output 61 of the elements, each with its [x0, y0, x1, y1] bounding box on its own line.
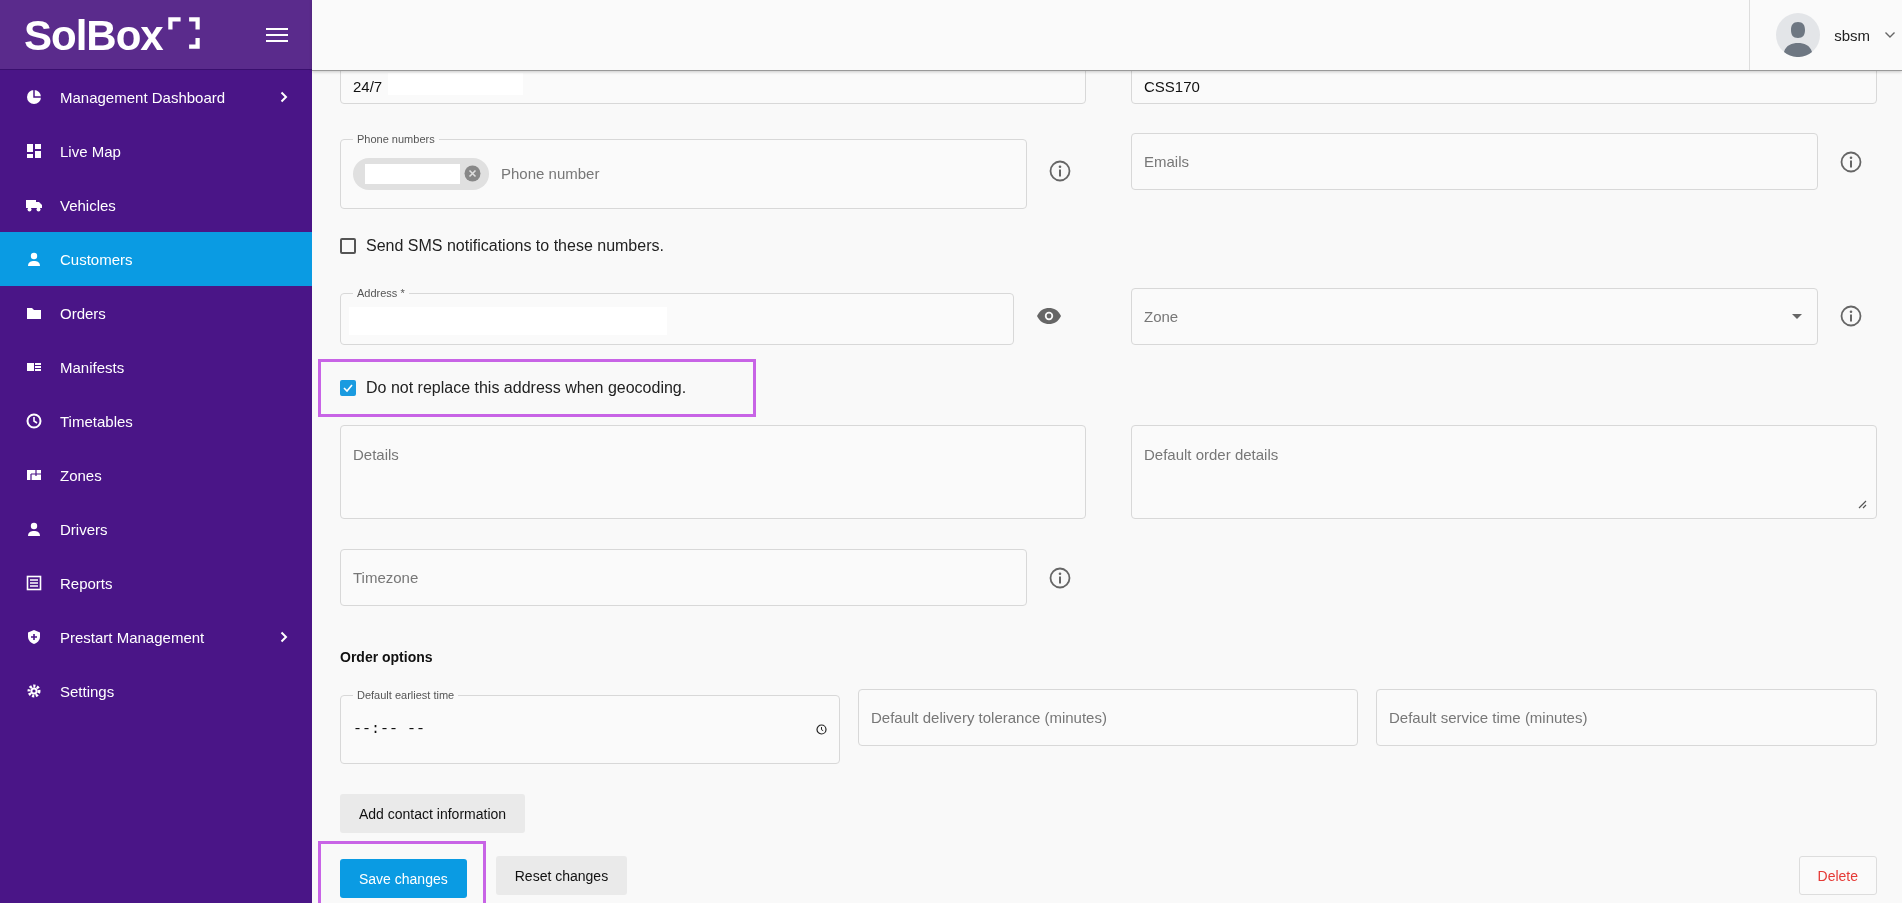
time-value: --:-- -- — [353, 720, 426, 738]
info-icon[interactable] — [1049, 160, 1071, 182]
phone-field[interactable]: Phone numbers Phone number — [340, 133, 1027, 209]
input-field[interactable]: Timezone — [340, 549, 1027, 606]
input-field[interactable]: 24/7 — [340, 71, 1086, 104]
info-icon[interactable] — [1049, 566, 1071, 589]
person-icon — [26, 521, 42, 537]
checkbox-label: Send SMS notifications to these numbers. — [366, 237, 664, 255]
checkbox-label: Do not replace this address when geocoding. — [366, 379, 687, 397]
dropdown-icon[interactable] — [1792, 313, 1802, 319]
reset-button[interactable]: Reset changes — [495, 856, 628, 895]
sidebar-item[interactable]: Prestart Management — [0, 610, 312, 664]
sidebar-item[interactable]: Orders — [0, 286, 312, 340]
resize-handle-icon[interactable] — [1858, 500, 1867, 509]
textarea-field[interactable]: Details — [340, 425, 1086, 519]
input-field[interactable]: Emails — [1131, 133, 1818, 190]
user-name[interactable]: sbsm — [1834, 26, 1870, 44]
folder-icon — [26, 305, 42, 321]
input-field[interactable]: CSS170 — [1131, 71, 1877, 104]
grid-icon — [26, 467, 42, 483]
remove-icon[interactable] — [464, 165, 481, 182]
phone-input[interactable]: Phone number — [499, 164, 1014, 183]
pie-chart-icon — [26, 89, 42, 105]
list-icon — [26, 575, 42, 591]
clock-icon[interactable] — [816, 723, 827, 735]
delete-button[interactable]: Delete — [1798, 856, 1877, 895]
add-contact-button[interactable]: Add contact information — [340, 794, 526, 833]
sidebar-item[interactable]: Zones — [0, 448, 312, 502]
checkbox[interactable] — [340, 380, 356, 396]
logo: SolBox — [24, 14, 163, 57]
input-field[interactable]: Default delivery tolerance (minutes) — [858, 689, 1358, 746]
sidebar-item[interactable]: Reports — [0, 556, 312, 610]
phone-chip[interactable] — [353, 157, 489, 190]
info-icon[interactable] — [1840, 150, 1862, 173]
textarea-field[interactable]: Default order details — [1131, 425, 1877, 519]
sidebar-item[interactable]: Drivers — [0, 502, 312, 556]
person-icon — [26, 251, 42, 267]
shield-icon — [26, 629, 42, 645]
checkbox[interactable] — [340, 238, 356, 254]
sidebar-item[interactable]: Settings — [0, 664, 312, 718]
zone-select[interactable]: Zone — [1131, 287, 1818, 345]
info-icon[interactable] — [1840, 305, 1862, 327]
sidebar-item[interactable]: Manifests — [0, 340, 312, 394]
menu-icon[interactable] — [266, 26, 288, 43]
eye-icon[interactable] — [1036, 307, 1062, 325]
clock-icon — [26, 413, 42, 429]
gear-icon — [26, 683, 42, 699]
avatar-icon[interactable] — [1776, 13, 1821, 57]
chevron-down-icon[interactable] — [1884, 31, 1896, 39]
field-label: Default earliest time — [356, 689, 456, 701]
sidebar-item[interactable]: Live Map — [0, 124, 312, 178]
section-title: Order options — [340, 649, 434, 665]
sidebar-item[interactable]: Management Dashboard — [0, 70, 312, 124]
truck-icon — [26, 197, 42, 213]
dashboard-icon — [26, 143, 42, 159]
field-label: Address * — [356, 287, 406, 299]
field-label: Phone numbers — [356, 133, 436, 145]
input-field[interactable]: Default service time (minutes) — [1376, 689, 1877, 746]
sidebar-item[interactable]: Vehicles — [0, 178, 312, 232]
sidebar-item[interactable]: Timetables — [0, 394, 312, 448]
time-field[interactable]: Default earliest time --:-- -- — [340, 689, 840, 764]
